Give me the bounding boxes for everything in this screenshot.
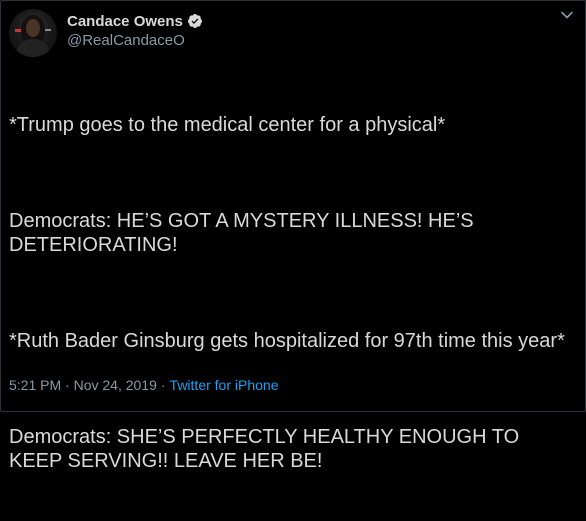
tweet-paragraph: *Trump goes to the medical center for a …	[9, 114, 446, 136]
tweet-paragraph: Democrats: HE’S GOT A MYSTERY ILLNESS! H…	[9, 210, 480, 256]
avatar-body	[17, 39, 49, 57]
meta-separator: ·	[160, 377, 166, 393]
tweet-header: Candace Owens @RealCandaceO	[7, 5, 579, 57]
source-link[interactable]: Twitter for iPhone	[170, 377, 279, 393]
avatar-face	[26, 19, 40, 37]
tweet-text: *Trump goes to the medical center for a …	[9, 65, 569, 521]
tweet-paragraph: *Ruth Bader Ginsburg gets hospitalized f…	[9, 330, 565, 352]
chevron-down-icon[interactable]	[557, 5, 577, 25]
handle[interactable]: @RealCandaceO	[67, 32, 203, 49]
author-names: Candace Owens @RealCandaceO	[67, 11, 203, 49]
display-name[interactable]: Candace Owens	[67, 13, 183, 30]
tweet-paragraph: Democrats: SHE’S PERFECTLY HEALTHY ENOUG…	[9, 426, 525, 472]
timestamp[interactable]: 5:21 PM · Nov 24, 2019	[9, 377, 157, 393]
avatar-accent-left	[15, 29, 21, 32]
tweet-card: Candace Owens @RealCandaceO *Trump goes …	[0, 0, 586, 472]
avatar-accent-right	[45, 29, 51, 31]
avatar[interactable]	[9, 9, 57, 57]
display-name-row: Candace Owens	[67, 11, 203, 31]
tweet-meta: 5:21 PM · Nov 24, 2019 · Twitter for iPh…	[9, 377, 278, 393]
verified-badge-icon	[187, 14, 202, 28]
